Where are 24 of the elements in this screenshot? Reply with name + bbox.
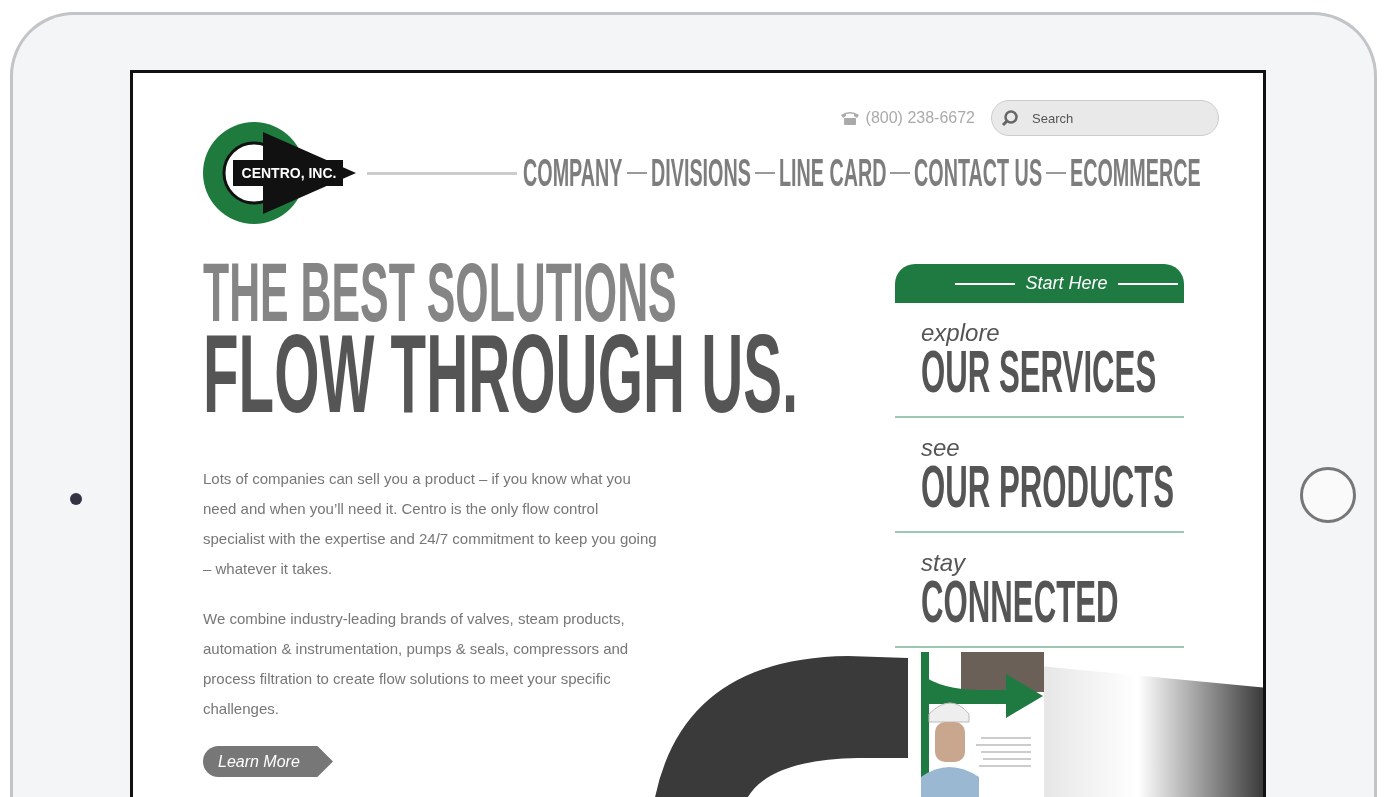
link-kicker: stay <box>921 549 967 577</box>
camera-icon <box>70 493 82 505</box>
nav-link[interactable]: COMPANY <box>523 158 623 188</box>
logo-text: CENTRO, INC. <box>241 165 337 181</box>
search-icon <box>1001 109 1019 127</box>
banner-title: Start Here <box>1025 273 1108 294</box>
link-title: OUR PRODUCTS <box>921 462 1175 512</box>
link-kicker: explore <box>921 319 1001 347</box>
headline: FLOW THROUGH US. <box>203 326 799 422</box>
link-title: CONNECTED <box>921 577 1119 627</box>
nav-link[interactable]: LINE CARD <box>778 158 887 188</box>
nav-link[interactable]: ECOMMERCE <box>1070 158 1202 188</box>
home-button[interactable] <box>1300 467 1356 523</box>
link-kicker: see <box>921 434 961 462</box>
intro-paragraph: We combine industry-leading brands of valves, steam products, automation & instrumentation, pumps & seals, compressors and process filtration to create flow solutions to meet your specific challenges. <box>203 609 630 719</box>
link-title: OUR SERVICES <box>921 347 1157 397</box>
intro-paragraph: Lots of companies can sell you a product – if you know what you need and when you’ll need it. Centro is the only flow control specialist with the expertise and 24/7 commitment to keep you going – whatever it takes. <box>203 469 658 579</box>
learn-more-button[interactable]: Learn More <box>203 746 333 777</box>
headline: THE BEST SOLUTIONS <box>203 258 677 326</box>
nav-link[interactable]: CONTACT US <box>914 158 1043 188</box>
search-field[interactable]: Search <box>991 100 1219 136</box>
phone-icon <box>839 110 860 126</box>
phone-number: (800) 238-6672 <box>865 109 975 127</box>
nav-link[interactable]: DIVISIONS <box>650 158 751 188</box>
